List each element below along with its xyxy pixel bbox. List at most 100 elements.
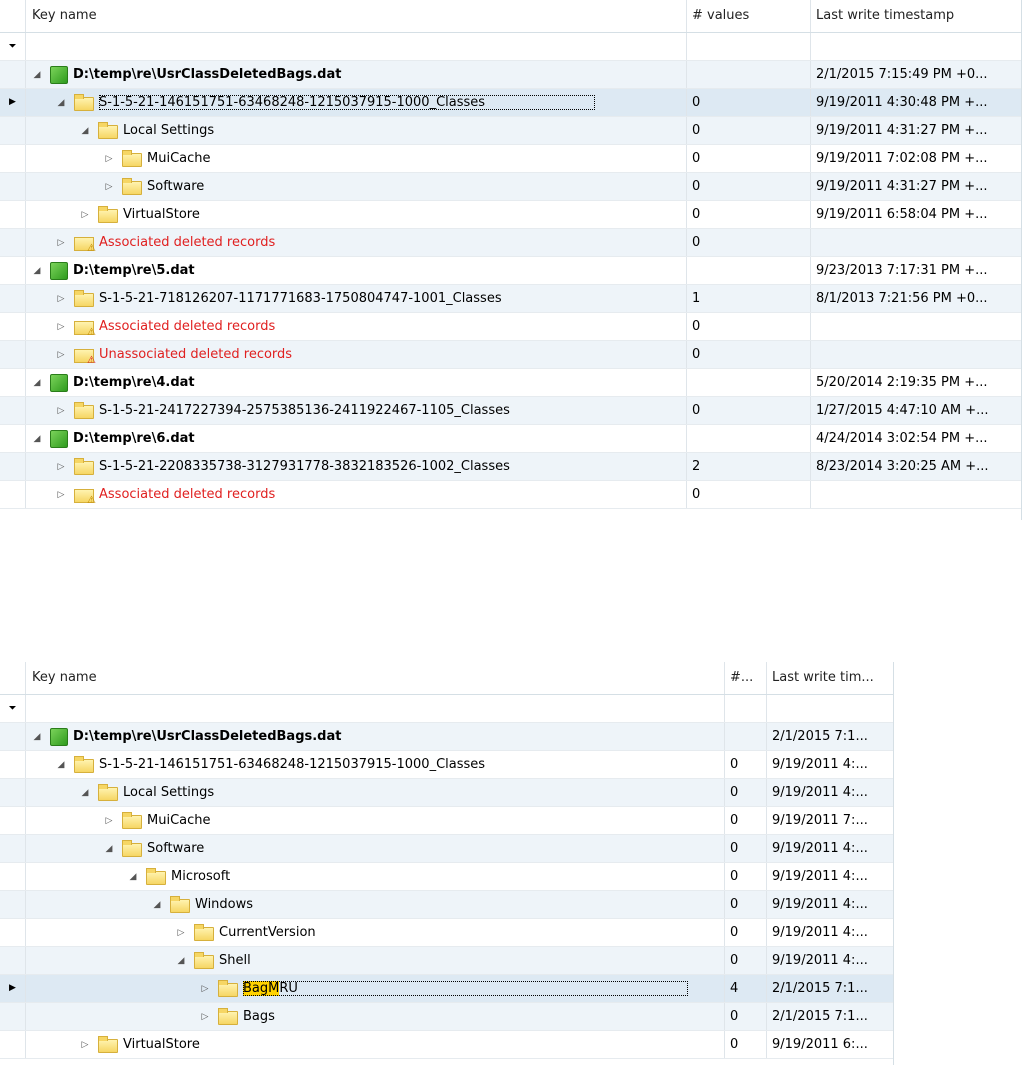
key-name-cell[interactable]: ◢ Software: [102, 835, 728, 862]
key-name-cell[interactable]: ◢ Windows: [150, 891, 728, 918]
tree-row[interactable]: ▷ MuiCache 0 9/19/2011 7:...: [0, 807, 893, 835]
key-name-cell[interactable]: ▷ MuiCache: [102, 807, 728, 834]
expand-arrow-icon[interactable]: ▷: [102, 816, 116, 826]
timestamp-cell: 2/1/2015 7:1...: [772, 981, 868, 996]
tree-row[interactable]: ▷ Associated deleted records 0: [0, 313, 1021, 341]
key-name-cell[interactable]: ◢ D:\temp\re\4.dat: [30, 369, 690, 396]
key-name-cell[interactable]: ◢ Microsoft: [126, 863, 728, 890]
tree-row[interactable]: ▷ MuiCache 0 9/19/2011 7:02:08 PM +...: [0, 145, 1021, 173]
column-header-key-name[interactable]: Key name: [26, 0, 686, 32]
collapse-arrow-icon[interactable]: ◢: [78, 126, 92, 136]
collapse-arrow-icon[interactable]: ◢: [30, 434, 44, 444]
collapse-arrow-icon[interactable]: ◢: [54, 98, 68, 108]
expand-arrow-icon[interactable]: ▷: [198, 1012, 212, 1022]
tree-row[interactable]: ◢ D:\temp\re\5.dat 9/23/2013 7:17:31 PM +.…: [0, 257, 1021, 285]
collapse-arrow-icon[interactable]: ◢: [150, 900, 164, 910]
tree-row[interactable]: ▷ Bags 0 2/1/2015 7:1...: [0, 1003, 893, 1031]
key-name-cell[interactable]: ◢ Local Settings: [78, 117, 690, 144]
collapse-arrow-icon[interactable]: ◢: [30, 378, 44, 388]
key-name-cell[interactable]: ◢ D:\temp\re\5.dat: [30, 257, 690, 284]
key-name-cell[interactable]: ▷ S-1-5-21-2417227394-2575385136-24119224…: [54, 397, 690, 424]
key-name-cell[interactable]: ▷ Associated deleted records: [54, 313, 690, 340]
expand-arrow-icon[interactable]: ▷: [54, 294, 68, 304]
tree-row[interactable]: ▷ VirtualStore 0 9/19/2011 6:...: [0, 1031, 893, 1059]
key-name-cell[interactable]: ▷ MuiCache: [102, 145, 690, 172]
tree-row[interactable]: ◢ S-1-5-21-146151751-63468248-1215037915-…: [0, 751, 893, 779]
expand-arrow-icon[interactable]: ▷: [54, 238, 68, 248]
tree-row[interactable]: ▷ Software 0 9/19/2011 4:31:27 PM +...: [0, 173, 1021, 201]
filter-icon[interactable]: ⏷: [0, 33, 26, 60]
key-name-cell[interactable]: ▷ Associated deleted records: [54, 481, 690, 508]
key-name-cell[interactable]: ◢ D:\temp\re\UsrClassDeletedBags.dat: [30, 61, 690, 88]
tree-row[interactable]: ▷ S-1-5-21-2208335738-3127931778-38321835…: [0, 453, 1021, 481]
expand-arrow-icon[interactable]: ▷: [198, 984, 212, 994]
tree-row[interactable]: ▷ CurrentVersion 0 9/19/2011 4:...: [0, 919, 893, 947]
registry-tree-grid-top[interactable]: Key name # values Last write timestamp ⏷ ◢ D:…: [0, 0, 1022, 520]
key-name-cell[interactable]: ▷ Associated deleted records: [54, 229, 690, 256]
filter-row[interactable]: ⏷: [0, 695, 893, 723]
collapse-arrow-icon[interactable]: ◢: [30, 266, 44, 276]
tree-row[interactable]: ▷ S-1-5-21-2417227394-2575385136-24119224…: [0, 397, 1021, 425]
tree-row[interactable]: ▷ Associated deleted records 0: [0, 481, 1021, 509]
key-name-cell[interactable]: ◢ Local Settings: [78, 779, 728, 806]
expand-arrow-icon[interactable]: ▷: [174, 928, 188, 938]
key-name-label: Associated deleted records: [99, 235, 276, 250]
expand-arrow-icon[interactable]: ▷: [102, 182, 116, 192]
tree-row[interactable]: ◢ D:\temp\re\UsrClassDeletedBags.dat 2/1/2…: [0, 61, 1021, 89]
tree-row[interactable]: ◢ Local Settings 0 9/19/2011 4:31:27 PM +..…: [0, 117, 1021, 145]
expand-arrow-icon[interactable]: ▷: [78, 210, 92, 220]
collapse-arrow-icon[interactable]: ◢: [78, 788, 92, 798]
filter-icon[interactable]: ⏷: [0, 695, 26, 722]
expand-arrow-icon[interactable]: ▷: [54, 322, 68, 332]
column-header-key-name[interactable]: Key name: [26, 662, 724, 694]
key-name-cell[interactable]: ▷ Bags: [198, 1003, 728, 1030]
tree-row[interactable]: ▶ ▷ BagMRU 4 2/1/2015 7:1...: [0, 975, 893, 1003]
collapse-arrow-icon[interactable]: ◢: [126, 872, 140, 882]
expand-arrow-icon[interactable]: ▷: [54, 462, 68, 472]
filter-row[interactable]: ⏷: [0, 33, 1021, 61]
column-header-timestamp[interactable]: Last write timestamp: [810, 0, 1021, 32]
key-name-cell[interactable]: ◢ S-1-5-21-146151751-63468248-1215037915-…: [54, 751, 728, 778]
key-name-cell[interactable]: ◢ D:\temp\re\6.dat: [30, 425, 690, 452]
key-name-cell[interactable]: ▷ BagMRU: [198, 975, 728, 1002]
registry-tree-grid-bottom[interactable]: Key name #... Last write tim... ⏷ ◢ D:\temp\r…: [0, 662, 894, 1065]
key-name-cell[interactable]: ▷ Unassociated deleted records: [54, 341, 690, 368]
expand-arrow-icon[interactable]: ▷: [78, 1040, 92, 1050]
tree-row[interactable]: ▷ Unassociated deleted records 0: [0, 341, 1021, 369]
tree-row[interactable]: ◢ Local Settings 0 9/19/2011 4:...: [0, 779, 893, 807]
expand-arrow-icon[interactable]: ▷: [54, 490, 68, 500]
tree-row[interactable]: ▷ Associated deleted records 0: [0, 229, 1021, 257]
collapse-arrow-icon[interactable]: ◢: [174, 956, 188, 966]
expand-arrow-icon[interactable]: ▷: [54, 350, 68, 360]
values-count-cell: 0: [730, 925, 739, 940]
column-header-timestamp[interactable]: Last write tim...: [766, 662, 893, 694]
key-name-cell[interactable]: ▷ Software: [102, 173, 690, 200]
column-header-values[interactable]: # values: [686, 0, 810, 32]
key-name-cell[interactable]: ▷ CurrentVersion: [174, 919, 728, 946]
key-name-cell[interactable]: ▷ S-1-5-21-2208335738-3127931778-38321835…: [54, 453, 690, 480]
key-name-cell[interactable]: ▷ VirtualStore: [78, 201, 690, 228]
collapse-arrow-icon[interactable]: ◢: [30, 732, 44, 742]
tree-row[interactable]: ▶ ◢ S-1-5-21-146151751-63468248-1215037915…: [0, 89, 1021, 117]
tree-row[interactable]: ▷ VirtualStore 0 9/19/2011 6:58:04 PM +...: [0, 201, 1021, 229]
values-count-cell: [686, 369, 810, 396]
key-name-cell[interactable]: ◢ Shell: [174, 947, 728, 974]
tree-row[interactable]: ◢ Windows 0 9/19/2011 4:...: [0, 891, 893, 919]
key-name-cell[interactable]: ◢ S-1-5-21-146151751-63468248-1215037915-…: [54, 89, 690, 116]
collapse-arrow-icon[interactable]: ◢: [54, 760, 68, 770]
tree-row[interactable]: ◢ Software 0 9/19/2011 4:...: [0, 835, 893, 863]
collapse-arrow-icon[interactable]: ◢: [30, 70, 44, 80]
key-name-cell[interactable]: ◢ D:\temp\re\UsrClassDeletedBags.dat: [30, 723, 728, 750]
tree-row[interactable]: ◢ Microsoft 0 9/19/2011 4:...: [0, 863, 893, 891]
tree-row[interactable]: ▷ S-1-5-21-718126207-1171771683-175080474…: [0, 285, 1021, 313]
tree-row[interactable]: ◢ D:\temp\re\4.dat 5/20/2014 2:19:35 PM +.…: [0, 369, 1021, 397]
collapse-arrow-icon[interactable]: ◢: [102, 844, 116, 854]
expand-arrow-icon[interactable]: ▷: [54, 406, 68, 416]
column-header-values[interactable]: #...: [724, 662, 766, 694]
expand-arrow-icon[interactable]: ▷: [102, 154, 116, 164]
tree-row[interactable]: ◢ Shell 0 9/19/2011 4:...: [0, 947, 893, 975]
key-name-cell[interactable]: ▷ S-1-5-21-718126207-1171771683-175080474…: [54, 285, 690, 312]
tree-row[interactable]: ◢ D:\temp\re\UsrClassDeletedBags.dat 2/1/2…: [0, 723, 893, 751]
key-name-cell[interactable]: ▷ VirtualStore: [78, 1031, 728, 1058]
tree-row[interactable]: ◢ D:\temp\re\6.dat 4/24/2014 3:02:54 PM +.…: [0, 425, 1021, 453]
